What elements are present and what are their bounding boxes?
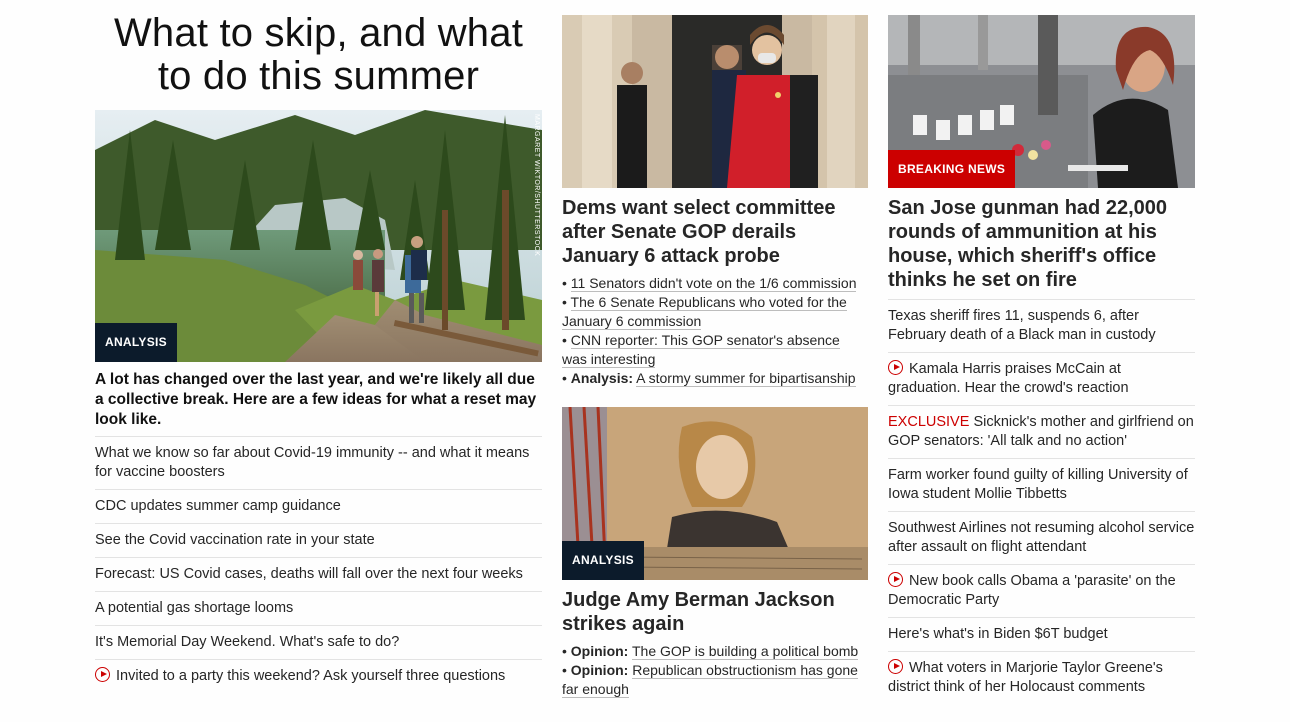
list-item-text[interactable]: Kamala Harris praises McCain at graduati… (888, 361, 1129, 396)
list-item[interactable]: Southwest Airlines not resuming alcohol … (888, 511, 1195, 564)
bullet-item[interactable]: • Analysis: A stormy summer for bipartis… (562, 369, 868, 388)
list-item[interactable]: Farm worker found guilty of killing Univ… (888, 458, 1195, 511)
story-headline[interactable]: Dems want select committee after Senate … (562, 196, 868, 268)
list-item[interactable]: Here's what's in Biden $6T budget (888, 617, 1195, 651)
list-item[interactable]: It's Memorial Day Weekend. What's safe t… (95, 625, 542, 659)
list-item[interactable]: Forecast: US Covid cases, deaths will fa… (95, 557, 542, 591)
courtroom-sketch-image[interactable]: ANALYSIS (562, 407, 868, 580)
list-item[interactable]: EXCLUSIVE Sicknick's mother and girlfrie… (888, 405, 1195, 458)
list-item-text[interactable]: Southwest Airlines not resuming alcohol … (888, 520, 1194, 555)
list-item[interactable]: New book calls Obama a 'parasite' on the… (888, 564, 1195, 617)
video-play-icon (95, 667, 110, 682)
feature-column: What to skip, and what to do this summer (95, 0, 542, 693)
politics-column: Dems want select committee after Senate … (562, 0, 868, 699)
list-item-text[interactable]: See the Covid vaccination rate in your s… (95, 532, 375, 548)
bullet-text[interactable]: A stormy summer for bipartisanship (636, 370, 856, 387)
memorial-image[interactable]: BREAKING NEWS (888, 15, 1195, 188)
list-item-text[interactable]: Invited to a party this weekend? Ask you… (116, 668, 505, 684)
list-item[interactable]: A potential gas shortage looms (95, 591, 542, 625)
breaking-news-badge: BREAKING NEWS (888, 150, 1016, 188)
story-headline[interactable]: San Jose gunman had 22,000 rounds of amm… (888, 196, 1195, 292)
bullet-text[interactable]: The 6 Senate Republicans who voted for t… (562, 294, 847, 330)
list-item[interactable]: What we know so far about Covid-19 immun… (95, 436, 542, 489)
breaking-column: BREAKING NEWS San Jose gunman had 22,000… (888, 0, 1195, 704)
story-headline[interactable]: Judge Amy Berman Jackson strikes again (562, 588, 868, 636)
bullet-prefix: Opinion: (570, 662, 629, 678)
list-item-text[interactable]: What we know so far about Covid-19 immun… (95, 445, 529, 480)
exclusive-tag: EXCLUSIVE (888, 414, 970, 430)
bullet-text[interactable]: The GOP is building a political bomb (631, 643, 859, 660)
bullet-item[interactable]: • The 6 Senate Republicans who voted for… (562, 293, 868, 331)
bullet-prefix: Opinion: (570, 643, 629, 659)
list-item[interactable]: See the Covid vaccination rate in your s… (95, 523, 542, 557)
photo-credit: MARGARET WIKTOR/SHUTTERSTOCK (533, 114, 540, 257)
pelosi-image[interactable] (562, 15, 868, 188)
video-play-icon (888, 572, 903, 587)
list-item-text[interactable]: Here's what's in Biden $6T budget (888, 626, 1108, 642)
story-bullets: • Opinion: The GOP is building a politic… (562, 642, 868, 699)
list-item-text[interactable]: Farm worker found guilty of killing Univ… (888, 467, 1188, 502)
video-play-icon (888, 360, 903, 375)
list-item[interactable]: Kamala Harris praises McCain at graduati… (888, 352, 1195, 405)
bullet-item[interactable]: • CNN reporter: This GOP senator's absen… (562, 331, 868, 369)
analysis-badge: ANALYSIS (95, 323, 177, 362)
feature-title[interactable]: What to skip, and what to do this summer (95, 12, 542, 98)
story-bullets: • 11 Senators didn't vote on the 1/6 com… (562, 274, 868, 388)
analysis-badge: ANALYSIS (562, 541, 644, 580)
list-item[interactable]: Invited to a party this weekend? Ask you… (95, 659, 542, 693)
list-item[interactable]: CDC updates summer camp guidance (95, 489, 542, 523)
bullet-item[interactable]: • 11 Senators didn't vote on the 1/6 com… (562, 274, 868, 293)
bullet-text[interactable]: 11 Senators didn't vote on the 1/6 commi… (570, 275, 857, 292)
video-play-icon (888, 659, 903, 674)
bullet-item[interactable]: • Opinion: The GOP is building a politic… (562, 642, 868, 661)
breaking-related-list: Texas sheriff fires 11, suspends 6, afte… (888, 299, 1195, 704)
list-item[interactable]: What voters in Marjorie Taylor Greene's … (888, 651, 1195, 704)
capitol-photo (562, 15, 868, 188)
bullet-prefix: Analysis: (570, 370, 634, 386)
list-item-text[interactable]: Texas sheriff fires 11, suspends 6, afte… (888, 308, 1156, 343)
list-item-text[interactable]: New book calls Obama a 'parasite' on the… (888, 573, 1176, 608)
list-item[interactable]: Texas sheriff fires 11, suspends 6, afte… (888, 299, 1195, 352)
bullet-text[interactable]: CNN reporter: This GOP senator's absence… (562, 332, 840, 368)
list-item-text[interactable]: A potential gas shortage looms (95, 600, 293, 616)
feature-related-list: What we know so far about Covid-19 immun… (95, 436, 542, 693)
list-item-text[interactable]: It's Memorial Day Weekend. What's safe t… (95, 634, 399, 650)
feature-lead[interactable]: A lot has changed over the last year, an… (95, 370, 542, 430)
list-item-text[interactable]: Forecast: US Covid cases, deaths will fa… (95, 566, 523, 582)
bullet-item[interactable]: • Opinion: Republican obstructionism has… (562, 661, 868, 699)
list-item-text[interactable]: CDC updates summer camp guidance (95, 498, 341, 514)
feature-image[interactable]: MARGARET WIKTOR/SHUTTERSTOCK ANALYSIS (95, 110, 542, 362)
list-item-text[interactable]: What voters in Marjorie Taylor Greene's … (888, 660, 1163, 695)
